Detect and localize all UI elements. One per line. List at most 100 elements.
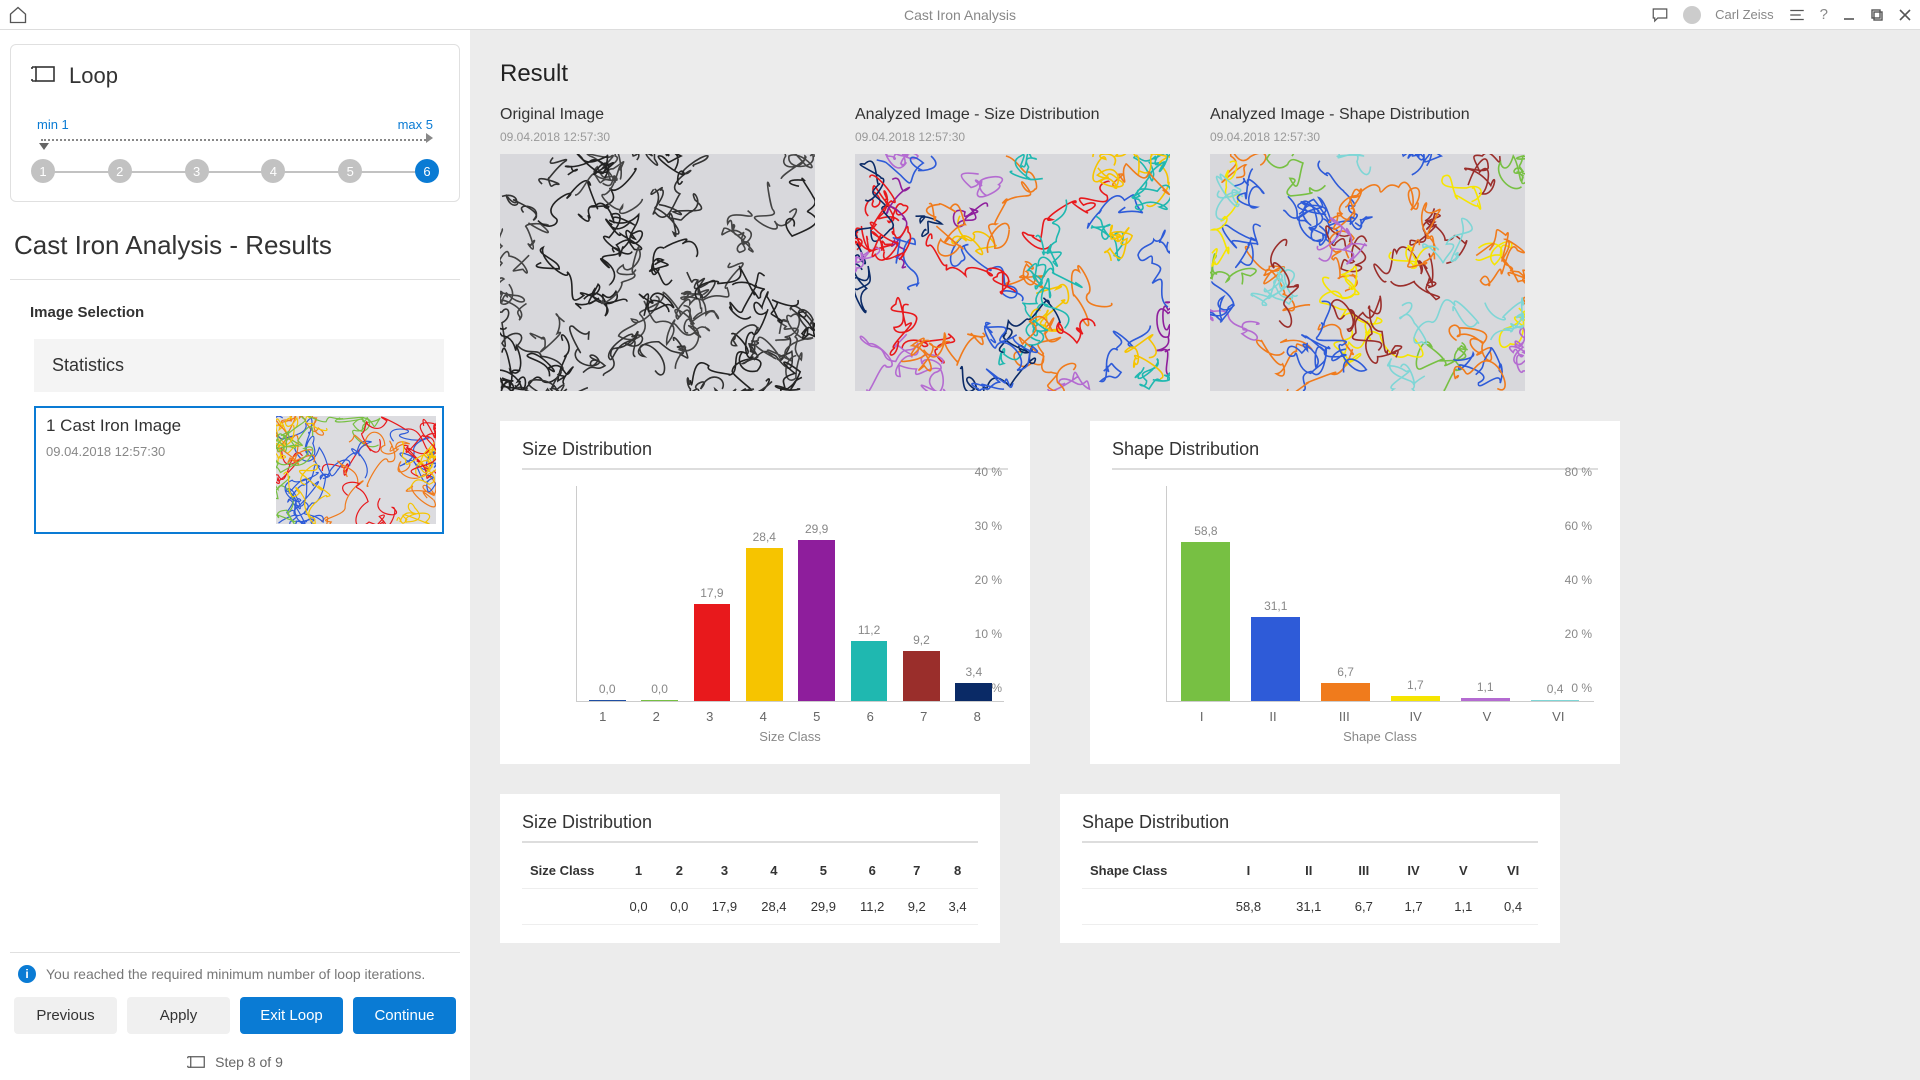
table-header: 5	[799, 853, 848, 889]
bar	[955, 683, 992, 701]
image-card-thumbnail	[276, 416, 436, 524]
section-title: Cast Iron Analysis - Results	[10, 222, 460, 280]
x-tick: III	[1309, 709, 1380, 724]
result-image-0: Original Image 09.04.2018 12:57:30	[500, 106, 815, 391]
maximize-icon[interactable]	[1870, 8, 1884, 22]
table-header: IV	[1389, 853, 1439, 889]
loop-min-label: min 1	[37, 117, 69, 132]
table-header: 6	[848, 853, 896, 889]
bar	[746, 548, 783, 701]
x-tick: IV	[1380, 709, 1451, 724]
result-image-picture	[855, 154, 1170, 391]
y-tick: 80 %	[1565, 465, 1592, 479]
bar-value-label: 17,9	[700, 586, 723, 600]
table-header: 1	[618, 853, 659, 889]
result-image-label: Original Image	[500, 106, 815, 124]
table-cell: 1,1	[1438, 889, 1488, 925]
loop-max-label: max 5	[398, 117, 433, 132]
loop-icon	[31, 63, 55, 89]
arrow-down-icon	[39, 143, 49, 150]
minimize-icon[interactable]	[1842, 8, 1856, 22]
table-header: 7	[896, 853, 937, 889]
table-cell	[522, 889, 618, 925]
image-card[interactable]: 1 Cast Iron Image 09.04.2018 12:57:30	[34, 406, 444, 534]
apply-button[interactable]: Apply	[127, 997, 230, 1034]
chart-card-0: Size Distribution0 %10 %20 %30 %40 %0,00…	[500, 421, 1030, 764]
bar-value-label: 6,7	[1337, 665, 1354, 679]
data-table: Size Class123456780,00,017,928,429,911,2…	[522, 853, 978, 925]
bar-value-label: 0,0	[599, 682, 616, 696]
table-cell: 58,8	[1218, 889, 1278, 925]
bar	[1461, 698, 1510, 701]
menu-lines-icon[interactable]	[1788, 6, 1806, 24]
loop-step-5[interactable]: 5	[338, 159, 362, 183]
table-cell: 0,0	[659, 889, 700, 925]
result-images-row: Original Image 09.04.2018 12:57:30 Analyze…	[500, 106, 1890, 391]
loop-step-1[interactable]: 1	[31, 159, 55, 183]
bar-value-label: 1,1	[1477, 680, 1494, 694]
bar-value-label: 11,2	[858, 623, 880, 637]
info-text: You reached the required minimum number …	[46, 966, 425, 982]
bar-value-label: 0,0	[651, 682, 668, 696]
close-icon[interactable]	[1898, 8, 1912, 22]
x-tick: 6	[844, 709, 898, 724]
previous-button[interactable]: Previous	[14, 997, 117, 1034]
step-indicator: Step 8 of 9	[14, 1054, 456, 1070]
table-header: 2	[659, 853, 700, 889]
home-icon[interactable]	[8, 5, 28, 25]
bar	[589, 700, 626, 701]
image-selection-label: Image Selection	[10, 304, 460, 321]
result-image-label: Analyzed Image - Size Distribution	[855, 106, 1170, 124]
x-tick: II	[1237, 709, 1308, 724]
table-title: Size Distribution	[522, 812, 978, 833]
x-tick: VI	[1523, 709, 1594, 724]
chart-row: Size Distribution0 %10 %20 %30 %40 %0,00…	[500, 421, 1890, 764]
info-icon: i	[18, 965, 36, 983]
result-image-timestamp: 09.04.2018 12:57:30	[500, 130, 815, 144]
loop-stepper: 1 2 3 4 5 6	[31, 159, 439, 183]
exit-loop-button[interactable]: Exit Loop	[240, 997, 343, 1034]
loop-step-3[interactable]: 3	[185, 159, 209, 183]
chart-title: Shape Distribution	[1112, 439, 1598, 460]
bar	[1321, 683, 1370, 701]
data-table: Shape ClassIIIIIIIVVVI58,831,16,71,71,10…	[1082, 853, 1538, 925]
table-header: Size Class	[522, 853, 618, 889]
loop-panel: Loop min 1 max 5 1 2 3 4 5 6	[10, 44, 460, 202]
bar	[1531, 700, 1580, 701]
chart-card-1: Shape Distribution0 %20 %40 %60 %80 %58,…	[1090, 421, 1620, 764]
table-cell: 1,7	[1389, 889, 1439, 925]
continue-button[interactable]: Continue	[353, 997, 456, 1034]
x-tick: V	[1451, 709, 1522, 724]
titlebar: Cast Iron Analysis Carl Zeiss ?	[0, 0, 1920, 30]
table-row: Size DistributionSize Class123456780,00,…	[500, 794, 1890, 943]
help-icon[interactable]: ?	[1820, 6, 1828, 23]
bar-value-label: 29,9	[805, 522, 828, 536]
loop-label: Loop	[69, 63, 118, 89]
table-cell	[1082, 889, 1218, 925]
table-header: II	[1279, 853, 1339, 889]
result-title: Result	[500, 60, 1890, 88]
table-cell: 28,4	[749, 889, 798, 925]
x-axis-title: Shape Class	[1166, 729, 1594, 744]
table-cell: 6,7	[1339, 889, 1389, 925]
x-tick: 8	[951, 709, 1005, 724]
statistics-card[interactable]: Statistics	[34, 339, 444, 392]
loop-step-6[interactable]: 6	[415, 159, 439, 183]
bar-value-label: 0,4	[1547, 682, 1564, 696]
table-header: III	[1339, 853, 1389, 889]
table-cell: 29,9	[799, 889, 848, 925]
step-text: Step 8 of 9	[215, 1054, 283, 1070]
bar	[641, 700, 678, 701]
comment-icon[interactable]	[1651, 6, 1669, 24]
table-cell: 31,1	[1279, 889, 1339, 925]
loop-step-4[interactable]: 4	[261, 159, 285, 183]
bar	[1391, 696, 1440, 701]
table-cell: 11,2	[848, 889, 896, 925]
table-cell: 17,9	[700, 889, 749, 925]
bar	[798, 540, 835, 701]
image-card-timestamp: 09.04.2018 12:57:30	[46, 444, 181, 459]
table-header: 3	[700, 853, 749, 889]
result-image-picture	[500, 154, 815, 391]
avatar[interactable]	[1683, 6, 1701, 24]
loop-step-2[interactable]: 2	[108, 159, 132, 183]
